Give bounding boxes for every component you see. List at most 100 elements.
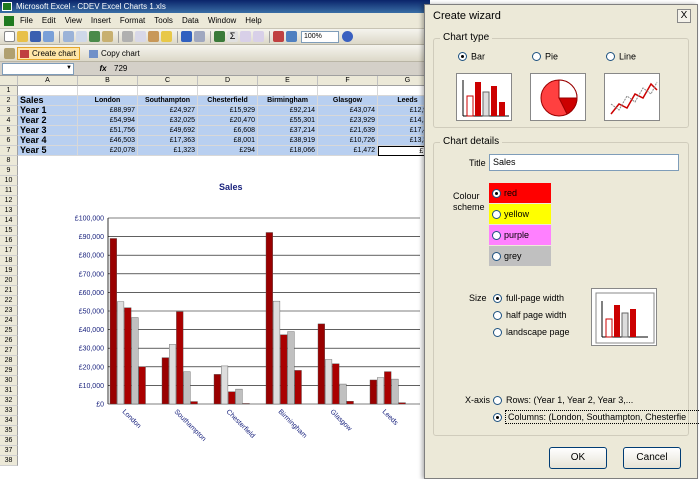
cell[interactable] xyxy=(258,86,318,96)
sort-descending-icon[interactable] xyxy=(253,31,264,42)
fx-icon[interactable]: fx xyxy=(96,64,110,73)
cell[interactable]: £54,994 xyxy=(78,116,138,126)
sort-ascending-icon[interactable] xyxy=(240,31,251,42)
row-header[interactable]: 36 xyxy=(0,436,18,446)
row-header[interactable]: 13 xyxy=(0,206,18,216)
cell-area[interactable]: Sales London Southampton Chesterfield Birmin… xyxy=(18,86,430,156)
cell[interactable]: £23,929 xyxy=(318,116,378,126)
row-header[interactable]: 2 xyxy=(0,96,18,106)
cell[interactable]: £17,363 xyxy=(138,136,198,146)
cell[interactable]: £46,503 xyxy=(78,136,138,146)
row-header[interactable]: 38 xyxy=(0,456,18,466)
colour-grey-option[interactable]: grey xyxy=(489,246,551,266)
row-header[interactable]: 23 xyxy=(0,306,18,316)
copy-chart-button[interactable]: Copy chart xyxy=(86,47,144,60)
row-header[interactable]: 18 xyxy=(0,256,18,266)
cell[interactable]: Sales xyxy=(18,96,78,106)
row-header[interactable]: 27 xyxy=(0,346,18,356)
column-header-a[interactable]: A xyxy=(18,76,78,86)
menu-insert[interactable]: Insert xyxy=(91,16,111,25)
open-icon[interactable] xyxy=(17,31,28,42)
cell[interactable] xyxy=(78,86,138,96)
column-header-e[interactable]: E xyxy=(258,76,318,86)
spelling-icon[interactable] xyxy=(89,31,100,42)
cell[interactable]: £51,756 xyxy=(78,126,138,136)
new-icon[interactable] xyxy=(4,31,15,42)
cell[interactable]: Year 3 xyxy=(18,126,78,136)
size-half-page-option[interactable]: half page width xyxy=(493,310,567,321)
row-header[interactable]: 21 xyxy=(0,286,18,296)
radio-grey[interactable] xyxy=(492,252,501,262)
cell[interactable]: Leeds xyxy=(378,96,430,106)
cell[interactable]: Year 4 xyxy=(18,136,78,146)
size-landscape-option[interactable]: landscape page xyxy=(493,327,570,338)
cell[interactable]: £1,323 xyxy=(138,146,198,156)
radio-purple[interactable] xyxy=(492,231,501,241)
menu-tools[interactable]: Tools xyxy=(154,16,173,25)
copy-icon[interactable] xyxy=(135,31,146,42)
row-header[interactable]: 28 xyxy=(0,356,18,366)
colour-purple-option[interactable]: purple xyxy=(489,225,551,245)
cell[interactable]: £88,997 xyxy=(78,106,138,116)
row-header[interactable]: 11 xyxy=(0,186,18,196)
radio-landscape[interactable] xyxy=(493,328,502,338)
row-header[interactable]: 16 xyxy=(0,236,18,246)
radio-half-page[interactable] xyxy=(493,311,502,321)
radio-bar[interactable] xyxy=(458,52,467,62)
bar-chart-thumbnail[interactable] xyxy=(456,73,512,121)
colour-yellow-option[interactable]: yellow xyxy=(489,204,551,224)
cell[interactable]: £10,726 xyxy=(318,136,378,146)
row-header[interactable]: 24 xyxy=(0,316,18,326)
row-header[interactable]: 9 xyxy=(0,166,18,176)
row-header[interactable]: 12 xyxy=(0,196,18,206)
line-chart-thumbnail[interactable] xyxy=(604,73,660,121)
cell[interactable] xyxy=(138,86,198,96)
cell[interactable]: Year 1 xyxy=(18,106,78,116)
radio-pie[interactable] xyxy=(532,52,541,62)
chart-type-bar-option[interactable]: Bar xyxy=(458,51,485,62)
permission-icon[interactable] xyxy=(43,31,54,42)
row-header[interactable]: 6 xyxy=(0,136,18,146)
excel-doc-icon[interactable] xyxy=(4,15,14,26)
cell[interactable]: £49,692 xyxy=(138,126,198,136)
menu-view[interactable]: View xyxy=(65,16,82,25)
row-header[interactable]: 3 xyxy=(0,106,18,116)
print-icon[interactable] xyxy=(63,31,74,42)
cell[interactable]: £20,470 xyxy=(198,116,258,126)
row-header[interactable]: 35 xyxy=(0,426,18,436)
cell[interactable]: Southampton xyxy=(138,96,198,106)
size-full-page-option[interactable]: full-page width xyxy=(493,293,564,304)
cell[interactable]: £294 xyxy=(198,146,258,156)
drawing-icon[interactable] xyxy=(286,31,297,42)
column-header-f[interactable]: F xyxy=(318,76,378,86)
redo-icon[interactable] xyxy=(194,31,205,42)
radio-line[interactable] xyxy=(606,52,615,62)
help-icon[interactable] xyxy=(342,31,353,42)
row-header[interactable]: 34 xyxy=(0,416,18,426)
cell[interactable]: £12,925 xyxy=(378,106,430,116)
row-header[interactable]: 17 xyxy=(0,246,18,256)
cell[interactable]: £21,639 xyxy=(318,126,378,136)
row-header[interactable]: 31 xyxy=(0,386,18,396)
menu-help[interactable]: Help xyxy=(245,16,261,25)
hyperlink-icon[interactable] xyxy=(214,31,225,42)
cell[interactable]: Glasgow xyxy=(318,96,378,106)
undo-icon[interactable] xyxy=(181,31,192,42)
row-header[interactable]: 7 xyxy=(0,146,18,156)
row-header[interactable]: 20 xyxy=(0,276,18,286)
zoom-select[interactable]: 100% xyxy=(301,30,339,43)
chart-title-input[interactable]: Sales xyxy=(489,154,679,171)
cell[interactable]: £8,001 xyxy=(198,136,258,146)
worksheet-grid[interactable]: A B C D E F G 1 2 3 4 5 6 7 8 9 10 11 12 13 14 15 16 17 1… xyxy=(0,76,430,479)
radio-yellow[interactable] xyxy=(492,210,501,220)
cell[interactable]: £1,472 xyxy=(318,146,378,156)
column-header-d[interactable]: D xyxy=(198,76,258,86)
cell[interactable]: £92,214 xyxy=(258,106,318,116)
radio-rows[interactable] xyxy=(493,396,502,406)
format-painter-icon[interactable] xyxy=(161,31,172,42)
cell[interactable] xyxy=(198,86,258,96)
chart-wizard-icon[interactable] xyxy=(273,31,284,42)
close-button[interactable]: X xyxy=(677,9,691,23)
menu-format[interactable]: Format xyxy=(120,16,145,25)
colour-red-option[interactable]: red xyxy=(489,183,551,203)
